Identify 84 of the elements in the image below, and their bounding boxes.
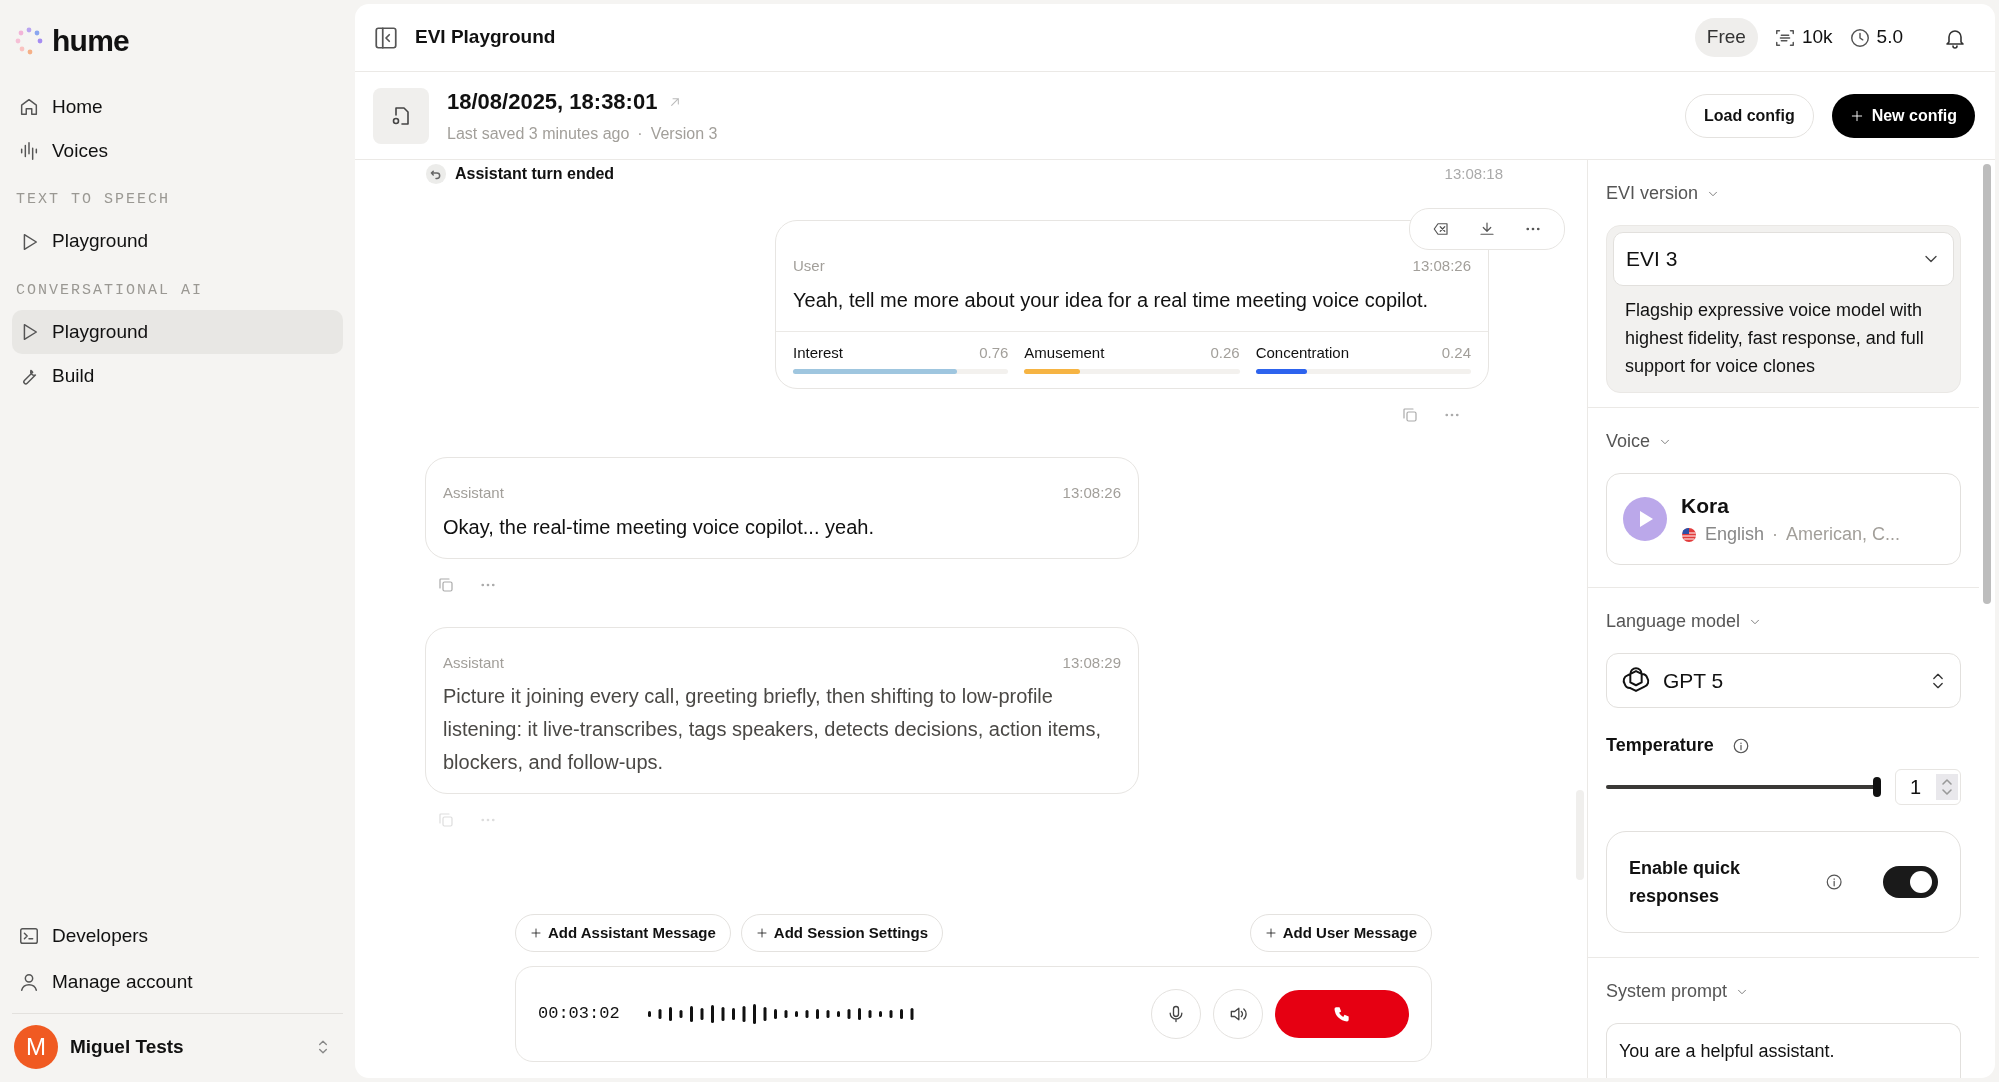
avatar: M — [14, 1025, 58, 1069]
separator-dot: · — [1772, 523, 1779, 547]
section-heading[interactable]: EVI version — [1606, 180, 1961, 207]
message-time: 13:08:26 — [1412, 256, 1471, 276]
end-call-button[interactable] — [1275, 990, 1409, 1038]
logo-text: hume — [52, 23, 129, 59]
nav-item[interactable]: Manage account — [12, 959, 343, 1005]
system-prompt-field[interactable]: You are a helpful assistant. — [1606, 1023, 1961, 1078]
voice-name: Kora — [1681, 492, 1730, 519]
play-button-icon — [1623, 497, 1667, 541]
nav-item[interactable]: Playground — [12, 219, 343, 264]
backspace-icon[interactable] — [1432, 220, 1450, 238]
terminal-icon — [18, 925, 40, 947]
nav-item[interactable]: Voices — [12, 129, 343, 173]
plan-badge: Free — [1694, 18, 1758, 57]
event-time: 13:08:18 — [1444, 163, 1503, 184]
plus-icon — [1264, 927, 1277, 939]
waveform-icon — [18, 140, 40, 162]
scrollbar[interactable] — [1983, 164, 1991, 604]
add-message-button[interactable]: Add User Message — [1249, 914, 1432, 952]
toggle-switch[interactable] — [1883, 866, 1938, 898]
emotion-name: Amusement — [1024, 342, 1105, 363]
version-select[interactable]: EVI 3 — [1613, 232, 1954, 286]
user-name: Miguel Tests — [70, 1034, 185, 1059]
plus-icon — [755, 927, 768, 939]
emotion-score: 0.26 — [1210, 342, 1240, 363]
nav-item[interactable]: Playground — [12, 310, 343, 354]
logo-icon — [14, 25, 44, 56]
minutes-count: 5.0 — [1876, 25, 1903, 50]
home-icon — [18, 96, 40, 118]
sidebar-toggle-icon[interactable] — [373, 24, 399, 51]
version-label: Version 3 — [650, 124, 718, 144]
message-text: Picture it joining every call, greeting briefly, then shifting to low-profile listening: it live-transcribes, tags speakers, detects decisions, action items, blockers, and follow-ups. — [443, 684, 1103, 775]
temperature-slider[interactable] — [1606, 777, 1881, 797]
nav-item[interactable]: Developers — [12, 913, 343, 959]
phone-icon — [1332, 1004, 1352, 1024]
nav-item[interactable]: Home — [12, 85, 343, 129]
plus-icon — [1849, 108, 1864, 123]
stepper-icon — [1936, 774, 1958, 800]
temperature-input[interactable]: 1 — [1895, 769, 1961, 805]
emotion-score: 0.76 — [979, 342, 1009, 363]
voice-accent: American, C... — [1786, 523, 1901, 547]
microphone-button[interactable] — [1151, 989, 1201, 1039]
event-label: Assistant turn ended — [455, 164, 616, 184]
temperature-label: Temperature — [1606, 734, 1714, 757]
save-status: Last saved 3 minutes ago — [447, 124, 630, 144]
section-heading: CONVERSATIONAL AI — [15, 280, 205, 301]
info-icon[interactable] — [1824, 872, 1844, 892]
emotion-name: Interest — [793, 342, 844, 363]
new-config-button[interactable]: New config — [1831, 93, 1975, 138]
message-text: Okay, the real-time meeting voice copilot... yeah. — [443, 514, 875, 540]
flag-icon — [1681, 526, 1697, 543]
plus-icon — [530, 927, 542, 939]
page-title: EVI Playground — [415, 25, 557, 50]
version-description: Flagship expressive voice model with highest fidelity, fast response, and full support for voice clones — [1624, 299, 1925, 378]
message-time: 13:08:29 — [1062, 652, 1121, 673]
credits-count: 10k — [1801, 25, 1833, 50]
clock-icon — [1848, 26, 1871, 49]
message-role: User — [793, 256, 825, 276]
emotion-score: 0.24 — [1441, 342, 1471, 363]
model-select[interactable]: GPT 5 — [1606, 653, 1961, 708]
config-title: 18/08/2025, 18:38:01 — [447, 88, 658, 116]
message-text: Yeah, tell me more about your idea for a real time meeting voice copilot. — [793, 287, 1430, 313]
slider-thumb[interactable] — [1873, 777, 1881, 797]
user-icon — [18, 971, 40, 993]
message-role: Assistant — [443, 652, 504, 673]
separator-dot: · — [637, 124, 643, 144]
message-role: Assistant — [443, 483, 504, 503]
undo-icon — [425, 163, 447, 185]
voice-language: English — [1705, 523, 1765, 547]
model-name: GPT 5 — [1663, 667, 1725, 694]
download-icon[interactable] — [1478, 220, 1496, 238]
section-heading: TEXT TO SPEECH — [15, 190, 172, 210]
section-heading[interactable]: Language model — [1606, 608, 1961, 635]
info-icon[interactable] — [1731, 736, 1750, 755]
section-heading[interactable]: System prompt — [1606, 978, 1961, 1005]
message-time: 13:08:26 — [1062, 483, 1121, 503]
nav-item[interactable]: Build — [12, 354, 343, 398]
voice-card[interactable]: Kora English · American, C... — [1606, 473, 1961, 565]
section-heading[interactable]: Voice — [1606, 428, 1961, 455]
speaker-button[interactable] — [1213, 989, 1263, 1039]
call-timer: 00:03:02 — [538, 1003, 620, 1026]
setting-label: Enable quick responses — [1629, 857, 1742, 908]
emotion-name: Concentration — [1255, 342, 1350, 363]
